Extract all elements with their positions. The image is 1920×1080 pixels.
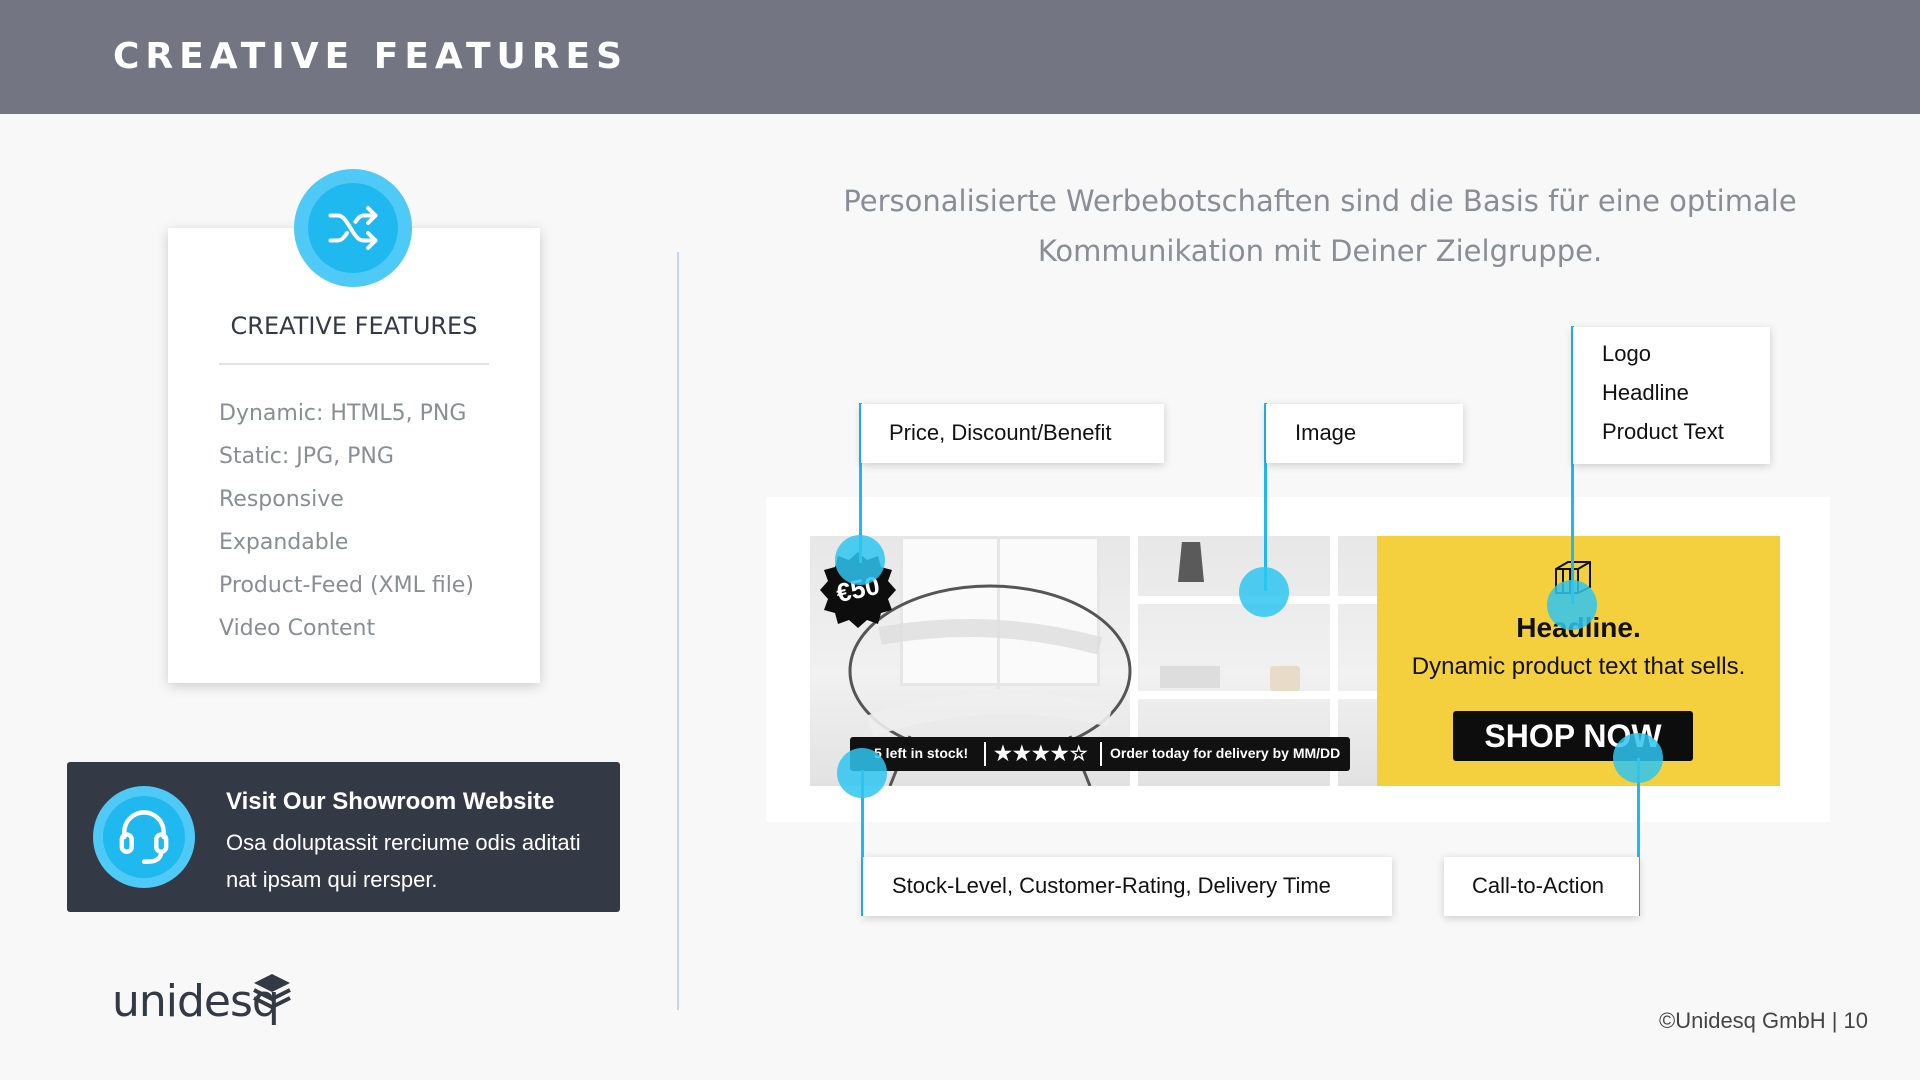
showroom-link[interactable]: Visit Our Showroom Website Osa doluptass… — [67, 762, 620, 912]
marker-dot — [1613, 733, 1663, 783]
list-item: Expandable — [219, 530, 349, 555]
marker-dot — [837, 748, 887, 798]
shuffle-icon — [294, 169, 412, 287]
delivery-text: Order today for delivery by MM/DD — [1110, 745, 1341, 761]
callout-logo: Logo Headline Product Text — [1573, 327, 1770, 464]
headset-icon — [93, 786, 195, 888]
showroom-text: Osa doluptassit rerciume odis aditati na… — [226, 830, 581, 892]
vertical-divider — [677, 252, 679, 1010]
feature-list: Dynamic: HTML5, PNG Static: JPG, PNG Res… — [219, 392, 474, 650]
list-item: Video Content — [219, 616, 376, 641]
card-divider — [219, 363, 489, 365]
callout-stock: Stock-Level, Customer-Rating, Delivery T… — [863, 857, 1392, 916]
callout-cta: Call-to-Action — [1444, 857, 1639, 916]
callout-price: Price, Discount/Benefit — [861, 404, 1164, 463]
card-title: CREATIVE FEATURES — [230, 312, 478, 340]
brand-logo: unidesq — [112, 974, 291, 1027]
showroom-title: Visit Our Showroom Website — [226, 788, 555, 815]
stock-text: 5 left in stock! — [874, 745, 969, 761]
stacked-layers-icon — [253, 974, 291, 1010]
copyright-text: ©Unidesq GmbH | 10 — [1658, 1008, 1868, 1033]
page-title: CREATIVE FEATURES — [113, 36, 629, 77]
list-item: Responsive — [219, 487, 344, 512]
list-item: Static: JPG, PNG — [219, 444, 394, 469]
header-bar: CREATIVE FEATURES — [0, 0, 1920, 114]
banner-product-text: Dynamic product text that sells. — [1411, 653, 1746, 680]
callout-image: Image — [1266, 404, 1463, 463]
marker-dot — [835, 535, 885, 585]
marker-dot — [1547, 580, 1597, 630]
list-item: Product-Feed (XML file) — [219, 573, 474, 598]
subtitle: Personalisierte Werbebotschaften sind di… — [843, 184, 1797, 268]
marker-dot — [1239, 567, 1289, 617]
rating-stars: ★★★★☆ — [994, 743, 1089, 765]
list-item: Dynamic: HTML5, PNG — [219, 401, 467, 426]
stock-rating-bar: 5 left in stock! ★★★★☆ Order today for d… — [850, 737, 1350, 771]
